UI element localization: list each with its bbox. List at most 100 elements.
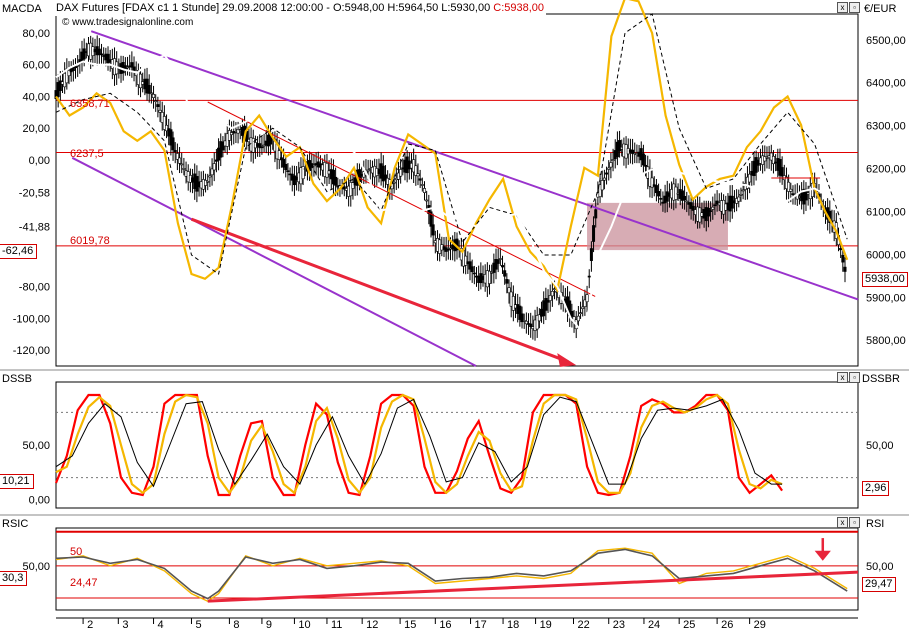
- chart-title: DAX Futures [FDAX c1 1 Stunde] 29.09.200…: [54, 1, 547, 16]
- price-candle: [737, 196, 741, 202]
- price-tick-label: 6100,00: [866, 206, 906, 218]
- price-candle: [659, 198, 663, 200]
- rsi-value-marker: 29,47: [862, 577, 896, 592]
- price-candle: [171, 137, 175, 151]
- price-candle: [152, 94, 156, 98]
- macd-tick-label: -100,00: [13, 313, 50, 325]
- x-tick-label: 8: [233, 619, 239, 631]
- price-tick-label: 5800,00: [866, 335, 906, 347]
- price-candle: [227, 130, 231, 141]
- price-candle: [839, 247, 843, 251]
- price-candle: [657, 191, 661, 197]
- x-tick-label: 17: [475, 619, 487, 631]
- dss-panel-close-icon[interactable]: x: [837, 372, 848, 383]
- price-candle: [706, 207, 710, 217]
- dss-value-marker: 10,21: [0, 474, 34, 489]
- x-tick-label: 25: [683, 619, 695, 631]
- price-candle: [286, 170, 290, 172]
- price-candle: [206, 181, 210, 183]
- price-candle: [420, 184, 424, 186]
- x-tick-label: 18: [507, 619, 519, 631]
- x-tick-label: 5: [195, 619, 201, 631]
- price-candle: [501, 265, 505, 268]
- price-candle: [602, 177, 606, 181]
- dss-panel-maximize-icon[interactable]: ▫: [849, 372, 860, 383]
- macd-tick-label: -41,88: [19, 221, 50, 233]
- rsi-panel-close-icon[interactable]: x: [837, 517, 848, 528]
- price-candle: [334, 176, 338, 186]
- price-candle: [312, 164, 316, 167]
- main-panel-maximize-icon[interactable]: ▫: [849, 2, 860, 13]
- price-candle: [576, 315, 580, 322]
- price-candle: [607, 167, 611, 170]
- dss-tick-label: 50,00: [22, 440, 50, 452]
- price-candle: [178, 157, 182, 164]
- level-label-1: 6358,71: [70, 98, 110, 110]
- price-tick-label: 6000,00: [866, 249, 906, 261]
- main-panel-close-icon[interactable]: x: [837, 2, 848, 13]
- x-tick-label: 22: [578, 619, 590, 631]
- x-tick-label: 2: [87, 619, 93, 631]
- price-candle: [82, 48, 86, 60]
- title-text: DAX Futures [FDAX c1 1 Stunde] 29.09.200…: [56, 2, 494, 14]
- macd-tick-label: 80,00: [22, 28, 50, 40]
- dss-panel-label[interactable]: DSSB: [2, 373, 32, 385]
- x-tick-label: 10: [298, 619, 310, 631]
- price-candle: [147, 84, 151, 94]
- price-candle: [418, 178, 422, 181]
- rsic-value-marker: 30,3: [0, 571, 28, 586]
- macd-panel-label[interactable]: MACDA: [2, 3, 42, 15]
- price-candle: [594, 209, 598, 219]
- macd-value-marker: -62,46: [0, 244, 38, 259]
- macd-tick-label: 40,00: [22, 91, 50, 103]
- price-tick-label: 6400,00: [866, 78, 906, 90]
- chart-canvas: 80,0060,0040,0020,000,00-20,58-41,88-80,…: [0, 0, 909, 631]
- macd-tick-label: -80,00: [19, 282, 50, 294]
- rsi-level-label-50: 50: [70, 546, 83, 558]
- rsi-panel-label[interactable]: RSIC: [2, 518, 28, 530]
- x-tick-label: 9: [266, 619, 272, 631]
- price-candle: [641, 153, 645, 166]
- price-candle: [570, 310, 574, 317]
- dssbr-tick-label: 50,00: [866, 440, 894, 452]
- price-candle: [425, 199, 429, 202]
- price-candle: [158, 109, 162, 113]
- price-tick-label: 5900,00: [866, 292, 906, 304]
- price-candle: [789, 188, 793, 192]
- rsi-panel-maximize-icon[interactable]: ▫: [849, 517, 860, 528]
- price-candle: [711, 206, 715, 210]
- price-candle: [550, 291, 554, 297]
- macd-tick-label: 0,00: [29, 155, 50, 167]
- price-tick-label: 6200,00: [866, 164, 906, 176]
- price-candle: [156, 104, 160, 107]
- price-candle: [431, 224, 435, 236]
- dssbr-value-marker: 2,96: [862, 481, 890, 496]
- price-candle: [709, 210, 713, 212]
- price-panel-label[interactable]: €/EUR: [864, 3, 896, 15]
- x-tick-label: 4: [158, 619, 164, 631]
- price-candle: [132, 66, 136, 71]
- x-tick-label: 11: [331, 619, 342, 631]
- x-tick-label: 15: [404, 619, 416, 631]
- price-candle: [154, 100, 158, 102]
- price-tick-label: 6300,00: [866, 121, 906, 133]
- price-candle: [182, 168, 186, 170]
- price-candle: [780, 167, 784, 177]
- dss-tick-label: 0,00: [29, 494, 50, 506]
- price-candle: [843, 266, 847, 272]
- price-candle: [581, 306, 585, 309]
- watermark: © www.tradesignalonline.com: [62, 17, 194, 28]
- rsi-right-tick-label: 50,00: [866, 561, 894, 573]
- price-candle: [422, 188, 426, 193]
- price-candle: [260, 146, 264, 149]
- price-candle: [589, 248, 593, 261]
- x-tick-label: 3: [122, 619, 128, 631]
- chart-window: 80,00 60,00 40,00 20,00 0,00 -20,58 -41,88 -80,…: [0, 0, 909, 634]
- price-candle: [618, 140, 622, 152]
- price-candle: [553, 288, 557, 290]
- price-candle: [683, 195, 687, 201]
- price-candle: [284, 163, 288, 171]
- price-candle: [609, 162, 613, 168]
- rsi-right-label[interactable]: RSI: [866, 518, 884, 530]
- dssbr-panel-label[interactable]: DSSBR: [862, 373, 900, 385]
